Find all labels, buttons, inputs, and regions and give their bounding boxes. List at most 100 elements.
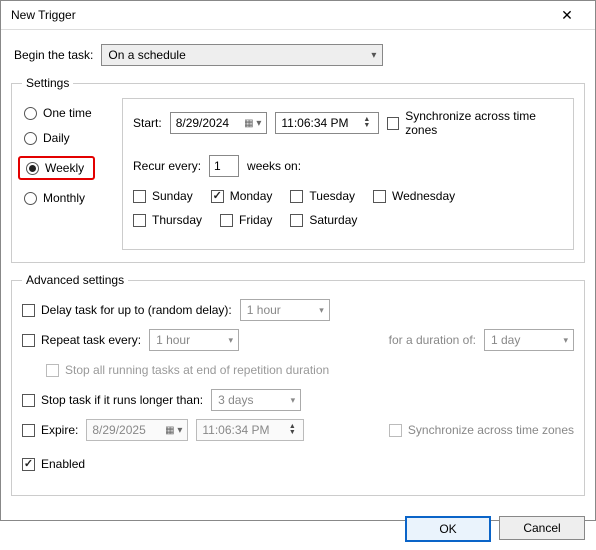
window-title: New Trigger [11, 8, 547, 22]
begin-task-combo[interactable]: On a schedule ▾ [101, 44, 383, 66]
day-sunday[interactable]: Sunday [133, 189, 193, 203]
spinner-icon: ▲▼ [286, 424, 298, 436]
radio-icon [26, 162, 39, 175]
radio-icon [24, 107, 37, 120]
stop-long-checkbox[interactable]: Stop task if it runs longer than: [22, 393, 203, 407]
enabled-label: Enabled [41, 457, 85, 471]
day-wednesday-label: Wednesday [392, 189, 455, 203]
for-duration-value: 1 day [491, 333, 520, 347]
day-friday-label: Friday [239, 213, 272, 227]
titlebar: New Trigger ✕ [1, 1, 595, 30]
for-duration-combo[interactable]: 1 day ▾ [484, 329, 574, 351]
checkbox-icon [22, 458, 35, 471]
checkbox-icon [389, 424, 402, 437]
spinner-icon: ▲▼ [361, 117, 373, 129]
checkbox-icon [387, 117, 399, 130]
enabled-checkbox[interactable]: Enabled [22, 457, 85, 471]
checkbox-icon [133, 190, 146, 203]
calendar-dropdown-icon: ▦ ▾ [165, 425, 182, 436]
day-monday[interactable]: Monday [211, 189, 273, 203]
close-button[interactable]: ✕ [547, 1, 587, 29]
checkbox-icon [22, 424, 35, 437]
radio-icon [24, 132, 37, 145]
radio-icon [24, 192, 37, 205]
cancel-button[interactable]: Cancel [499, 516, 585, 540]
expire-date-value: 8/29/2025 [92, 423, 145, 437]
day-friday[interactable]: Friday [220, 213, 272, 227]
recur-weeks-value: 1 [214, 159, 221, 173]
schedule-panel: Start: 8/29/2024 ▦ ▾ 11:06:34 PM ▲▼ Sync… [122, 98, 574, 250]
stop-all-label: Stop all running tasks at end of repetit… [65, 363, 329, 377]
cancel-label: Cancel [523, 521, 560, 535]
start-label: Start: [133, 116, 162, 130]
start-time-picker[interactable]: 11:06:34 PM ▲▼ [275, 112, 378, 134]
delay-label: Delay task for up to (random delay): [41, 303, 232, 317]
checkbox-icon [290, 214, 303, 227]
stop-all-checkbox: Stop all running tasks at end of repetit… [46, 363, 329, 377]
ok-label: OK [439, 522, 456, 536]
advanced-legend: Advanced settings [22, 273, 128, 287]
chevron-down-icon: ▾ [229, 335, 234, 346]
checkbox-icon [373, 190, 386, 203]
checkbox-icon [290, 190, 303, 203]
expire-sync-label: Synchronize across time zones [408, 423, 574, 437]
checkbox-icon [220, 214, 233, 227]
start-date-value: 8/29/2024 [176, 116, 229, 130]
freq-weekly[interactable]: Weekly [18, 156, 95, 180]
freq-monthly-label: Monthly [43, 191, 85, 205]
checkbox-icon [133, 214, 146, 227]
settings-group: Settings One time Daily Weekly [11, 76, 585, 263]
day-tuesday-label: Tuesday [309, 189, 355, 203]
freq-daily[interactable]: Daily [24, 131, 112, 145]
expire-checkbox[interactable]: Expire: [22, 423, 78, 437]
begin-task-value: On a schedule [108, 48, 185, 62]
delay-checkbox[interactable]: Delay task for up to (random delay): [22, 303, 232, 317]
weeks-on-label: weeks on: [247, 159, 301, 173]
stop-long-label: Stop task if it runs longer than: [41, 393, 203, 407]
chevron-down-icon: ▾ [319, 305, 324, 316]
repeat-combo[interactable]: 1 hour ▾ [149, 329, 239, 351]
checkbox-icon [211, 190, 224, 203]
chevron-down-icon: ▾ [371, 50, 376, 61]
begin-task-label: Begin the task: [14, 48, 93, 62]
new-trigger-dialog: New Trigger ✕ Begin the task: On a sched… [0, 0, 596, 521]
day-saturday[interactable]: Saturday [290, 213, 357, 227]
checkbox-icon [46, 364, 59, 377]
delay-value: 1 hour [247, 303, 281, 317]
ok-button[interactable]: OK [405, 516, 491, 542]
expire-time-picker[interactable]: 11:06:34 PM ▲▼ [196, 419, 304, 441]
checkbox-icon [22, 394, 35, 407]
start-date-picker[interactable]: 8/29/2024 ▦ ▾ [170, 112, 268, 134]
day-saturday-label: Saturday [309, 213, 357, 227]
repeat-checkbox[interactable]: Repeat task every: [22, 333, 141, 347]
sync-timezones-label: Synchronize across time zones [405, 109, 563, 137]
freq-weekly-label: Weekly [45, 161, 84, 175]
sync-timezones-checkbox[interactable]: Synchronize across time zones [387, 109, 563, 137]
day-thursday-label: Thursday [152, 213, 202, 227]
repeat-label: Repeat task every: [41, 333, 141, 347]
advanced-group: Advanced settings Delay task for up to (… [11, 273, 585, 496]
repeat-value: 1 hour [156, 333, 190, 347]
freq-monthly[interactable]: Monthly [24, 191, 112, 205]
chevron-down-icon: ▾ [291, 395, 296, 406]
expire-sync-checkbox: Synchronize across time zones [389, 423, 574, 437]
day-thursday[interactable]: Thursday [133, 213, 202, 227]
recur-weeks-input[interactable]: 1 [209, 155, 239, 177]
for-duration-label: for a duration of: [389, 333, 476, 347]
recur-label: Recur every: [133, 159, 201, 173]
expire-time-value: 11:06:34 PM [202, 423, 269, 437]
stop-long-combo[interactable]: 3 days ▾ [211, 389, 301, 411]
delay-combo[interactable]: 1 hour ▾ [240, 299, 330, 321]
day-wednesday[interactable]: Wednesday [373, 189, 455, 203]
day-tuesday[interactable]: Tuesday [290, 189, 355, 203]
expire-label: Expire: [41, 423, 78, 437]
freq-daily-label: Daily [43, 131, 70, 145]
checkbox-icon [22, 334, 35, 347]
stop-long-value: 3 days [218, 393, 253, 407]
settings-legend: Settings [22, 76, 73, 90]
expire-date-picker[interactable]: 8/29/2025 ▦ ▾ [86, 419, 188, 441]
day-monday-label: Monday [230, 189, 273, 203]
day-sunday-label: Sunday [152, 189, 193, 203]
calendar-dropdown-icon: ▦ ▾ [244, 118, 261, 129]
freq-one-time[interactable]: One time [24, 106, 112, 120]
